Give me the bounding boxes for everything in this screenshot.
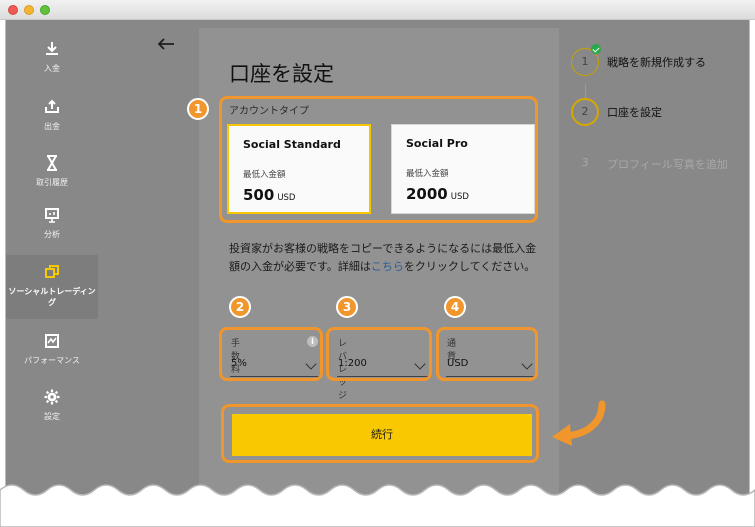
check-icon [591,44,601,54]
step-label: 戦略を新規作成する [607,56,706,69]
copy-icon [45,265,59,278]
sidebar-item-analysis[interactable]: 分析 [6,206,98,240]
callout-badge-2: 2 [229,296,251,318]
arrow-left-icon[interactable] [156,35,176,53]
deposit-icon [46,42,58,55]
close-window-button[interactable] [8,5,18,15]
sidebar-item-label: 入金 [44,64,60,73]
details-link[interactable]: こちら [371,260,404,273]
sidebar-item-social-trading[interactable]: ソーシャルトレーディング [6,255,98,319]
description-text-end: をクリックしてください。 [403,260,536,273]
callout-highlight-account-type [219,96,538,223]
sidebar-item-label: 設定 [44,412,60,421]
presentation-chart-icon [45,208,59,223]
sidebar-item-history[interactable]: 取引履歴 [6,154,98,188]
min-deposit-description: 投資家がお客様の戦略をコピーできるようになるには最低入金額の入金が必要です。詳細… [229,240,539,276]
app-window: 入金 出金 取引履歴 分析 ソーシャルトレーディング パフォーマンス 設定 口座… [5,20,750,510]
hourglass-icon [47,155,57,171]
callout-highlight-currency [436,327,538,381]
minimize-window-button[interactable] [24,5,34,15]
withdraw-icon [45,99,59,113]
sidebar: 入金 出金 取引履歴 分析 ソーシャルトレーディング パフォーマンス 設定 [6,20,98,510]
callout-badge-4: 4 [444,296,466,318]
callout-highlight-continue [221,404,539,463]
torn-edge-decoration [0,484,755,527]
step-number: 2 [571,98,599,126]
sidebar-item-withdraw[interactable]: 出金 [6,98,98,132]
gear-icon [44,389,60,405]
sidebar-item-deposit[interactable]: 入金 [6,40,98,74]
step-number: 3 [581,156,589,169]
callout-highlight-fee [219,327,323,381]
window-titlebar [0,0,755,20]
sidebar-item-label: 取引履歴 [36,178,68,187]
curved-arrow-icon [552,400,606,446]
sidebar-item-performance[interactable]: パフォーマンス [6,332,98,366]
sidebar-item-label: 分析 [44,230,60,239]
page-title: 口座を設定 [229,62,334,86]
step-label: プロフィール写真を追加 [607,158,728,171]
maximize-window-button[interactable] [40,5,50,15]
chart-line-icon [45,334,59,348]
sidebar-item-settings[interactable]: 設定 [6,388,98,422]
sidebar-item-label: パフォーマンス [24,356,80,365]
callout-highlight-leverage [326,327,432,381]
callout-badge-3: 3 [336,296,358,318]
callout-badge-1: 1 [187,98,209,120]
sidebar-item-label: ソーシャルトレーディング [8,287,96,307]
sidebar-item-label: 出金 [44,122,60,131]
step-label: 口座を設定 [607,106,662,119]
